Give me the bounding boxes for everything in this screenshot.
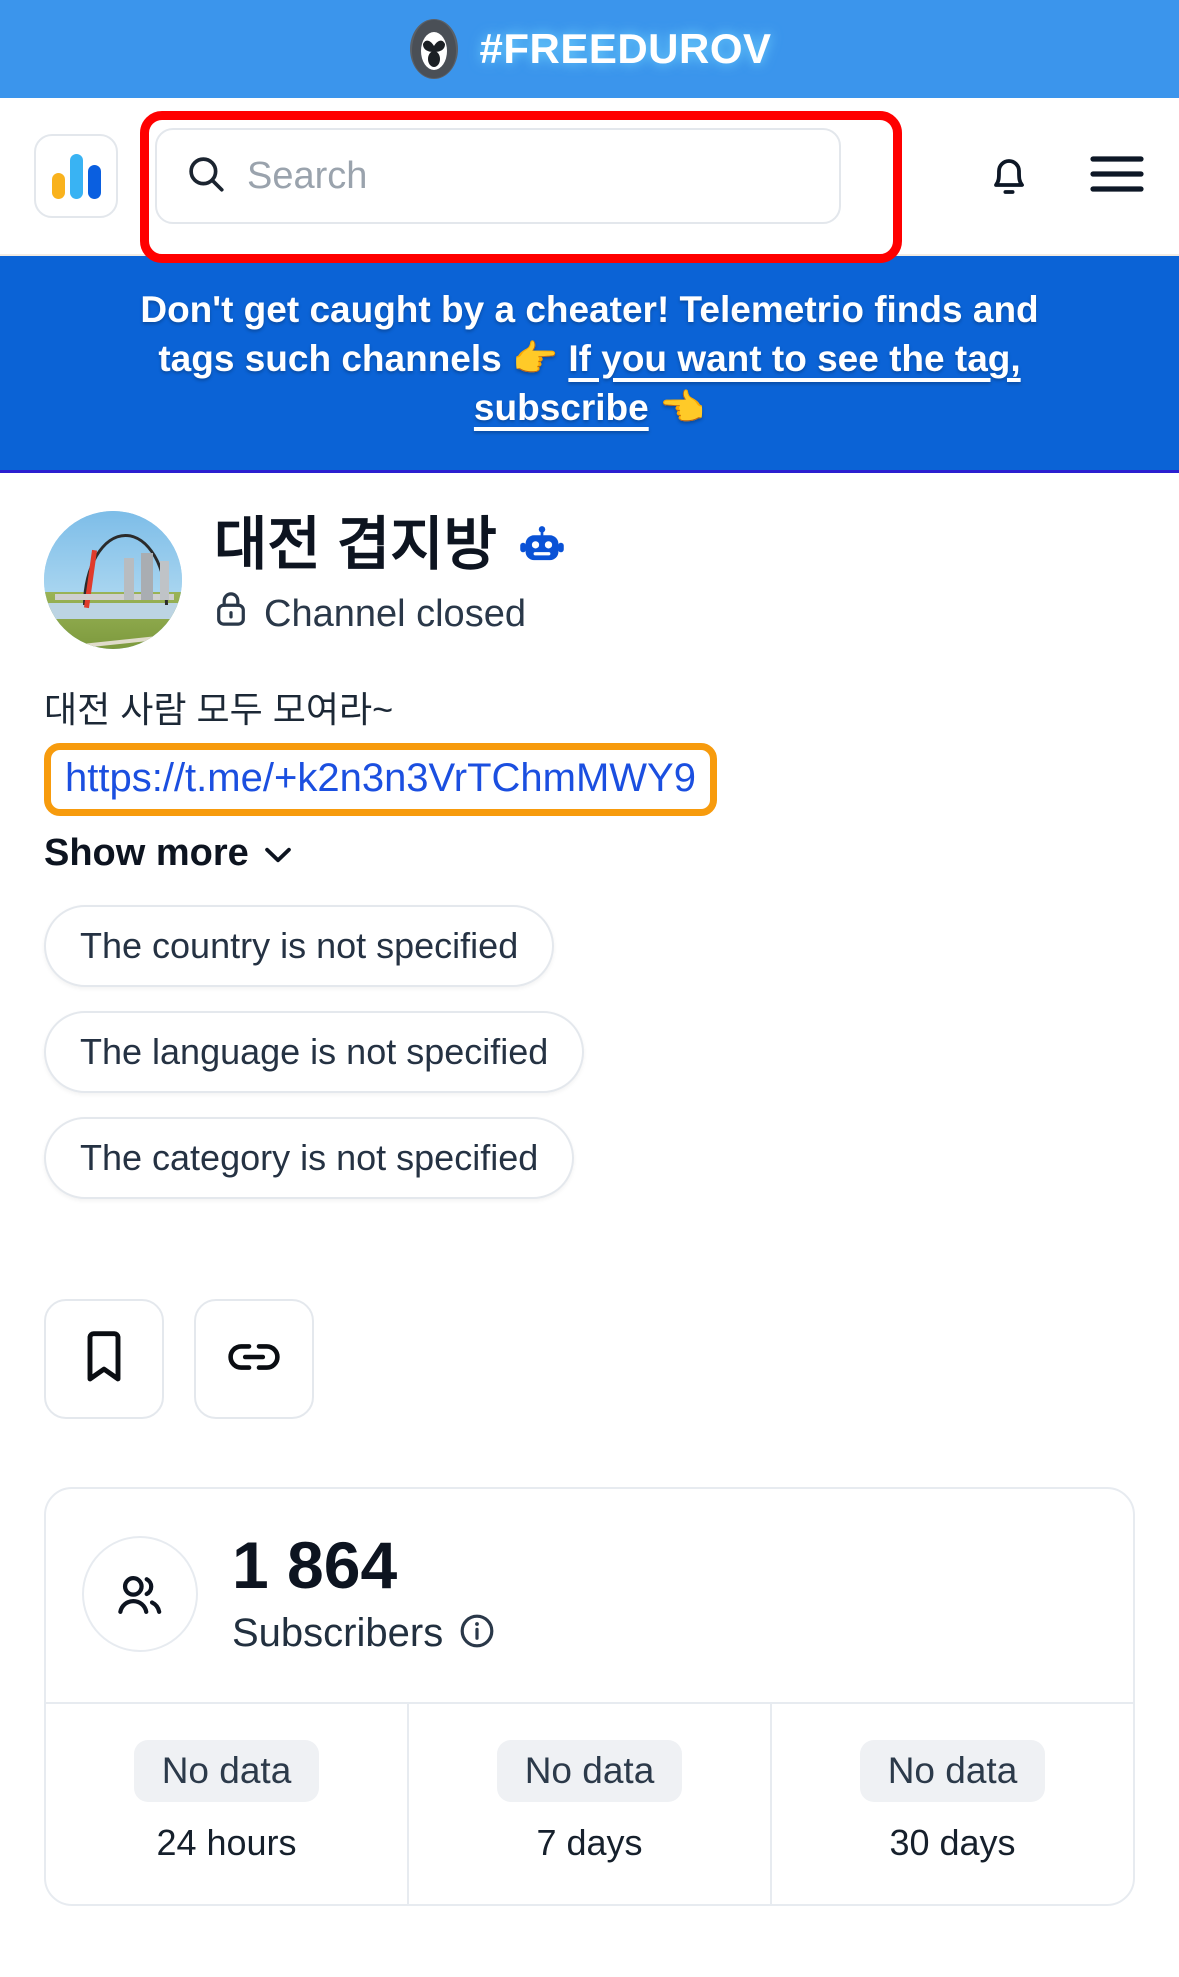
- channel-header: 대전 겹지방 Channel closed: [44, 473, 1135, 650]
- channel-link-highlight-annotation: https://t.me/+k2n3n3VrTChmMWY9: [44, 743, 717, 817]
- banner-subscribe-link-part1[interactable]: If you want to see the tag,: [568, 338, 1020, 379]
- search-box[interactable]: [155, 128, 841, 224]
- app-header: [0, 98, 1179, 263]
- subscribers-text-block: 1 864 Subscribers: [232, 1531, 495, 1655]
- channel-content: 대전 겹지방 Channel closed 대전 사람 모두 모여라~ http…: [0, 473, 1179, 1906]
- bookmark-button[interactable]: [44, 1299, 164, 1420]
- subscribers-stats-card: 1 864 Subscribers No data 24 hours No da…: [44, 1487, 1135, 1906]
- cheater-warning-banner[interactable]: Don't get caught by a cheater! Telemetri…: [0, 256, 1179, 474]
- channel-invite-link[interactable]: https://t.me/+k2n3n3VrTChmMWY9: [65, 756, 696, 800]
- hamburger-menu-icon[interactable]: [1089, 152, 1145, 201]
- stat-cell-7-days: No data 7 days: [407, 1703, 770, 1904]
- header-icon-group: [945, 148, 1145, 205]
- show-more-button[interactable]: Show more: [44, 832, 1135, 875]
- banner-subscribe-link-part2[interactable]: subscribe: [474, 387, 649, 428]
- robot-badge-icon: [519, 525, 565, 567]
- pointer-left-emoji: 👈: [659, 386, 706, 428]
- link-icon: [228, 1340, 280, 1379]
- period-stats-row: No data 24 hours No data 7 days No data …: [46, 1701, 1133, 1904]
- status-badge: Channel closed: [214, 590, 565, 638]
- durov-penguin-icon: [407, 18, 461, 80]
- page-title: 대전 겹지방: [214, 512, 497, 578]
- stat-value-24-hours: No data: [133, 1739, 320, 1802]
- stat-period-24-hours: 24 hours: [156, 1821, 297, 1863]
- lock-icon: [214, 590, 248, 638]
- channel-avatar-bridge-photo[interactable]: [44, 511, 182, 650]
- notification-bell-icon[interactable]: [985, 148, 1033, 205]
- chip-category[interactable]: The category is not specified: [44, 1117, 575, 1200]
- info-icon[interactable]: [459, 1613, 495, 1654]
- subscribers-summary: 1 864 Subscribers: [46, 1489, 1133, 1701]
- show-more-label: Show more: [44, 832, 249, 875]
- stat-cell-30-days: No data 30 days: [770, 1703, 1133, 1904]
- bookmark-icon: [80, 1329, 128, 1390]
- channel-meta: 대전 겹지방 Channel closed: [214, 511, 565, 638]
- chip-country[interactable]: The country is not specified: [44, 905, 555, 988]
- copy-link-button[interactable]: [194, 1299, 314, 1420]
- stat-cell-24-hours: No data 24 hours: [46, 1704, 407, 1904]
- promo-text: #FREEDUROV: [479, 25, 772, 72]
- stat-period-30-days: 30 days: [889, 1821, 1016, 1863]
- chip-language[interactable]: The language is not specified: [44, 1011, 585, 1094]
- channel-action-buttons: [44, 1299, 1135, 1420]
- telemetrio-bars-logo[interactable]: [34, 134, 118, 218]
- people-icon: [82, 1535, 198, 1652]
- pointer-right-emoji: 👉: [512, 337, 559, 379]
- subscribers-count: 1 864: [232, 1528, 398, 1603]
- banner-line-2-prefix: tags such channels: [158, 337, 513, 379]
- stat-period-7-days: 7 days: [536, 1821, 643, 1863]
- subscribers-label: Subscribers: [232, 1610, 444, 1655]
- freedurov-promo-bar[interactable]: #FREEDUROV: [0, 0, 1179, 98]
- stat-value-30-days: No data: [859, 1739, 1046, 1802]
- bar-chart-icon: [51, 153, 101, 199]
- search-input[interactable]: [247, 154, 811, 198]
- search-container[interactable]: [155, 128, 841, 224]
- page-root: #FREEDUROV Search Don't get caught by a …: [0, 0, 1179, 1977]
- channel-status-text: Channel closed: [264, 592, 526, 635]
- banner-line-1: Don't get caught by a cheater! Telemetri…: [140, 289, 1039, 330]
- channel-description: 대전 사람 모두 모여라~: [44, 689, 394, 731]
- search-icon: [185, 153, 227, 200]
- chevron-down-icon: [263, 832, 293, 875]
- stat-value-7-days: No data: [496, 1739, 683, 1802]
- channel-attribute-chips: The country is not specified The languag…: [44, 905, 1135, 1200]
